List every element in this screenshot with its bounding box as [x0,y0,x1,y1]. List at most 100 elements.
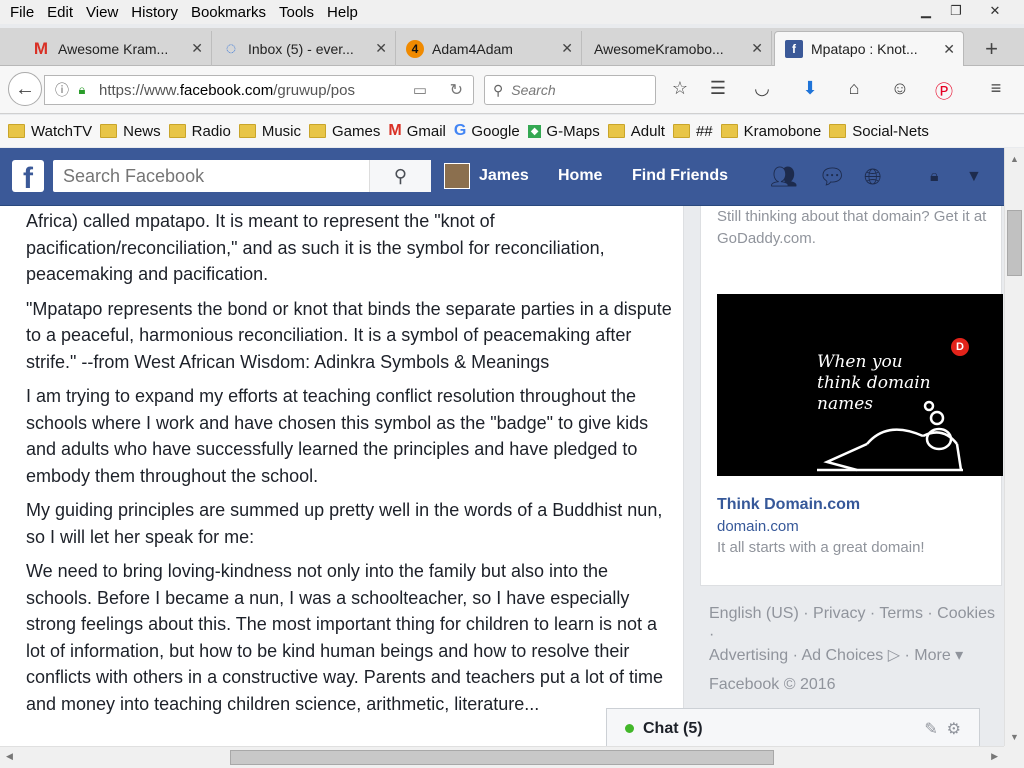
tab-adam4adam[interactable]: 4 Adam4Adam ✕ [396,31,582,66]
post-paragraph: I am trying to expand my efforts at teac… [26,386,649,486]
bookmark-hash[interactable]: ## [672,123,713,140]
navigation-bar: ← ⓘ 🔒︎ https://www.facebook.com/gruwup/p… [0,66,1024,114]
menu-view[interactable]: View [83,4,121,21]
bookmark-news[interactable]: News [100,123,161,140]
tab-label: Mpatapo : Knot... [811,41,918,57]
emoji-icon[interactable]: ☺ [888,78,912,99]
bookmark-label: Radio [191,122,231,140]
close-tab-icon[interactable]: ✕ [375,40,387,57]
close-tab-icon[interactable]: ✕ [943,41,955,58]
menu-file[interactable]: File [7,4,37,21]
scroll-thumb[interactable] [1007,210,1022,276]
friend-requests-icon[interactable]: 👥︎ [770,164,798,190]
gmail-icon: M [388,122,402,139]
profile-link[interactable]: James [479,167,529,185]
footer-links-line1[interactable]: English (US) · Privacy · Terms · Cookies… [709,603,999,645]
bookmark-watchtv[interactable]: WatchTV [8,123,92,140]
home-link[interactable]: Home [558,167,602,185]
compose-icon[interactable]: ✎ [924,721,937,738]
facebook-icon: f [785,40,803,58]
minimize-icon[interactable]: ▁ [912,0,940,22]
notifications-globe-icon[interactable]: 🌐︎ [864,164,882,190]
url-text[interactable]: https://www.facebook.com/gruwup/pos [99,82,369,99]
bookmark-label: Kramobone [743,122,822,140]
bookmark-radio[interactable]: Radio [168,122,231,140]
reader-view-icon[interactable]: ▭ [413,81,427,99]
menu-bar: File Edit View History Bookmarks Tools H… [0,0,1024,24]
bookmark-gmail[interactable]: M Gmail [388,122,446,140]
url-bar[interactable]: ⓘ 🔒︎ https://www.facebook.com/gruwup/pos… [44,75,474,105]
bookmark-games[interactable]: Games [309,123,380,140]
bookmark-label: Social-Nets [852,122,929,140]
ad-domain-link[interactable]: domain.com [717,518,799,535]
bookmark-gmaps[interactable]: ◆ G-Maps [527,123,600,140]
tab-mpatapo[interactable]: f Mpatapo : Knot... ✕ [774,31,964,66]
scroll-left-icon[interactable]: ◀ [6,751,13,762]
facebook-search[interactable]: ⚲ [53,160,431,192]
bookmarks-list-icon[interactable]: ☰ [706,78,730,99]
close-window-icon[interactable]: ✕ [972,0,1018,22]
chevron-down-icon[interactable]: ▼ [966,168,982,186]
scroll-up-icon[interactable]: ▲ [1010,154,1019,164]
privacy-shortcuts-icon[interactable]: 🔒︎ [930,168,939,186]
chat-bar[interactable]: Chat (5) ✎ ⚙ [606,708,980,748]
info-icon[interactable]: ⓘ [51,80,73,100]
bookmarks-bar: WatchTV News Radio Music Games M Gmail GG… [0,115,1024,147]
avatar[interactable] [444,163,470,189]
reload-icon[interactable]: ↻ [450,80,463,100]
facebook-logo-icon[interactable]: f [12,160,44,195]
ad-description: It all starts with a great domain! [717,539,925,556]
new-tab-icon[interactable]: + [985,36,998,62]
messages-icon[interactable]: 💬︎ [818,164,846,190]
menu-edit[interactable]: Edit [44,4,76,21]
lounging-figure-icon [817,400,963,472]
bookmark-adult[interactable]: Adult [607,123,665,140]
footer-links-line2[interactable]: Advertising · Ad Choices ▷ · More ▾ [709,645,999,666]
tab-awesomekramobone[interactable]: AwesomeKramobo... ✕ [582,31,772,66]
menu-help[interactable]: Help [324,4,361,21]
bookmark-kramobone[interactable]: Kramobone [720,122,822,140]
back-arrow-icon[interactable]: ← [8,72,42,106]
horizontal-scrollbar[interactable]: ◀ ▶ [0,746,1004,768]
bookmark-google[interactable]: G Google [454,122,520,140]
hamburger-menu-icon[interactable]: ≡ [984,78,1008,99]
lock-icon[interactable]: 🔒︎ [73,82,91,98]
search-placeholder: Search [511,82,556,98]
close-tab-icon[interactable]: ✕ [191,40,203,57]
folder-icon [238,124,256,138]
scroll-right-icon[interactable]: ▶ [991,751,998,762]
tab-gmail[interactable]: M Awesome Kram... ✕ [22,31,212,66]
close-tab-icon[interactable]: ✕ [561,40,573,57]
folder-icon [168,124,186,138]
find-friends-link[interactable]: Find Friends [632,167,728,185]
menu-tools[interactable]: Tools [276,4,317,21]
ad-image[interactable]: When you think domain names D [717,294,1003,476]
url-prefix: https://www. [99,81,180,99]
menu-history[interactable]: History [128,4,181,21]
bookmark-label: Gmail [406,122,446,140]
gear-icon[interactable]: ⚙ [947,721,961,738]
bookmark-social-nets[interactable]: Social-Nets [829,123,929,140]
close-tab-icon[interactable]: ✕ [751,40,763,57]
vertical-scrollbar[interactable]: ▲ ▼ [1004,148,1024,746]
folder-icon [829,124,847,138]
bookmark-label: Google [471,122,520,140]
pocket-icon[interactable]: ◡ [750,78,774,99]
facebook-search-input[interactable] [53,165,373,187]
home-icon[interactable]: ⌂ [842,78,866,99]
search-icon[interactable]: ⚲ [369,160,431,192]
restore-icon[interactable]: ❐ [942,0,970,22]
page-footer: English (US) · Privacy · Terms · Cookies… [709,603,999,695]
ad-title-link[interactable]: Think Domain.com [717,496,860,514]
scroll-thumb[interactable] [230,750,774,765]
post-paragraph: My guiding principles are summed up pret… [26,500,663,547]
bookmark-star-icon[interactable]: ☆ [668,78,692,99]
menu-bookmarks[interactable]: Bookmarks [188,4,269,21]
bookmark-music[interactable]: Music [238,123,301,140]
folder-icon [607,124,625,138]
download-icon[interactable]: ⬇ [798,78,822,99]
pinterest-icon[interactable]: Ⓟ [932,78,956,104]
tab-inbox[interactable]: ◌ Inbox (5) - ever... ✕ [212,31,396,66]
search-bar[interactable]: ⚲ Search [484,75,656,105]
scroll-down-icon[interactable]: ▼ [1010,732,1019,742]
